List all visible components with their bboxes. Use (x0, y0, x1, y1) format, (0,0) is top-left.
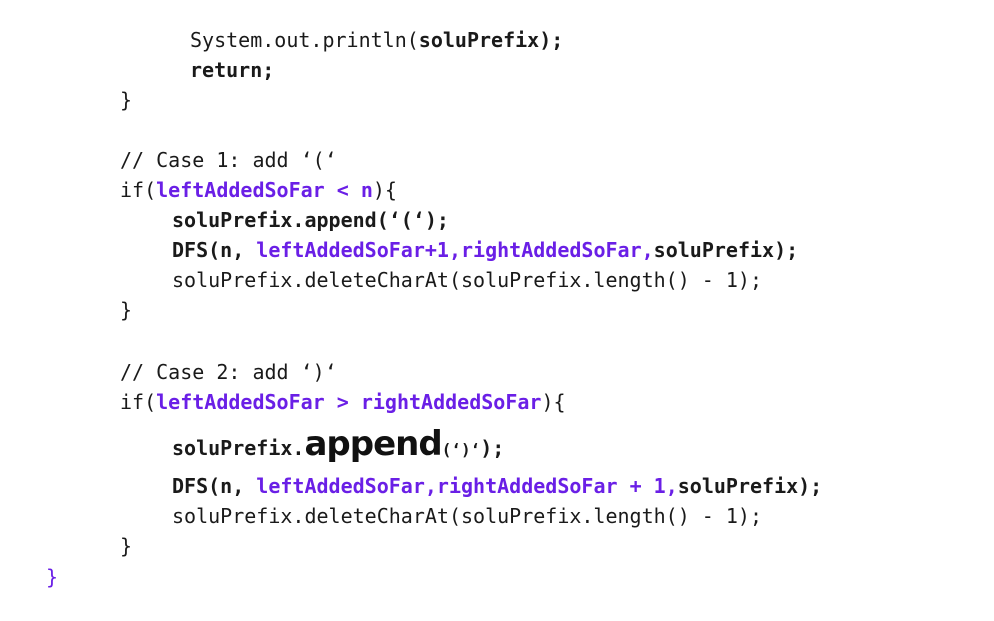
code-args: leftAddedSoFar+1,rightAddedSoFar, (256, 238, 654, 262)
code-line-if-case1: if(leftAddedSoFar < n){ (120, 176, 397, 204)
code-token: DFS(n, (172, 474, 257, 498)
code-token: ){ (541, 390, 566, 414)
code-method-enlarged: append (304, 424, 442, 464)
code-args: leftAddedSoFar,rightAddedSoFar + 1, (256, 474, 678, 498)
code-token: soluPrefix); (653, 238, 799, 262)
code-token: ‘(‘ (388, 208, 425, 232)
code-line-return: return; (190, 58, 275, 82)
code-condition: leftAddedSoFar < n (156, 178, 373, 202)
code-line-if-case2: if(leftAddedSoFar > rightAddedSoFar){ (120, 388, 566, 416)
code-token: soluPrefix. (172, 436, 305, 460)
code-line-append-case1: soluPrefix.append(‘(‘); (172, 206, 449, 234)
code-line-close-case2: } (120, 534, 133, 558)
code-token: if( (120, 390, 157, 414)
code-comment-case2: // Case 2: add ‘)‘ (120, 360, 337, 384)
code-line-final-close: } (46, 565, 59, 589)
code-token: (‘)‘ (441, 440, 481, 459)
code-token: ); (424, 208, 449, 232)
code-token: ); (539, 28, 564, 52)
code-token: soluPrefix (418, 28, 540, 52)
code-token: System.out.println( (190, 28, 419, 52)
code-token: if( (120, 178, 157, 202)
code-line-delete-case1: soluPrefix.deleteCharAt(soluPrefix.lengt… (172, 268, 763, 292)
code-line-append-case2: soluPrefix.append(‘)‘); (172, 424, 504, 464)
code-condition: leftAddedSoFar > rightAddedSoFar (156, 390, 542, 414)
code-line-dfs-case2: DFS(n, leftAddedSoFar,rightAddedSoFar + … (172, 472, 822, 500)
code-token: soluPrefix.append( (172, 208, 389, 232)
code-snippet: System.out.println(soluPrefix); return; … (0, 0, 994, 621)
code-line-dfs-case1: DFS(n, leftAddedSoFar+1,rightAddedSoFar,… (172, 236, 798, 264)
code-token: soluPrefix); (677, 474, 823, 498)
code-token: DFS(n, (172, 238, 257, 262)
code-line-println: System.out.println(soluPrefix); (190, 26, 563, 54)
code-line-delete-case2: soluPrefix.deleteCharAt(soluPrefix.lengt… (172, 504, 763, 528)
code-token: ); (480, 436, 505, 460)
code-line-close-case1: } (120, 298, 133, 322)
code-token: ){ (372, 178, 397, 202)
code-comment-case1: // Case 1: add ‘(‘ (120, 148, 337, 172)
code-line-close-brace: } (120, 88, 133, 112)
